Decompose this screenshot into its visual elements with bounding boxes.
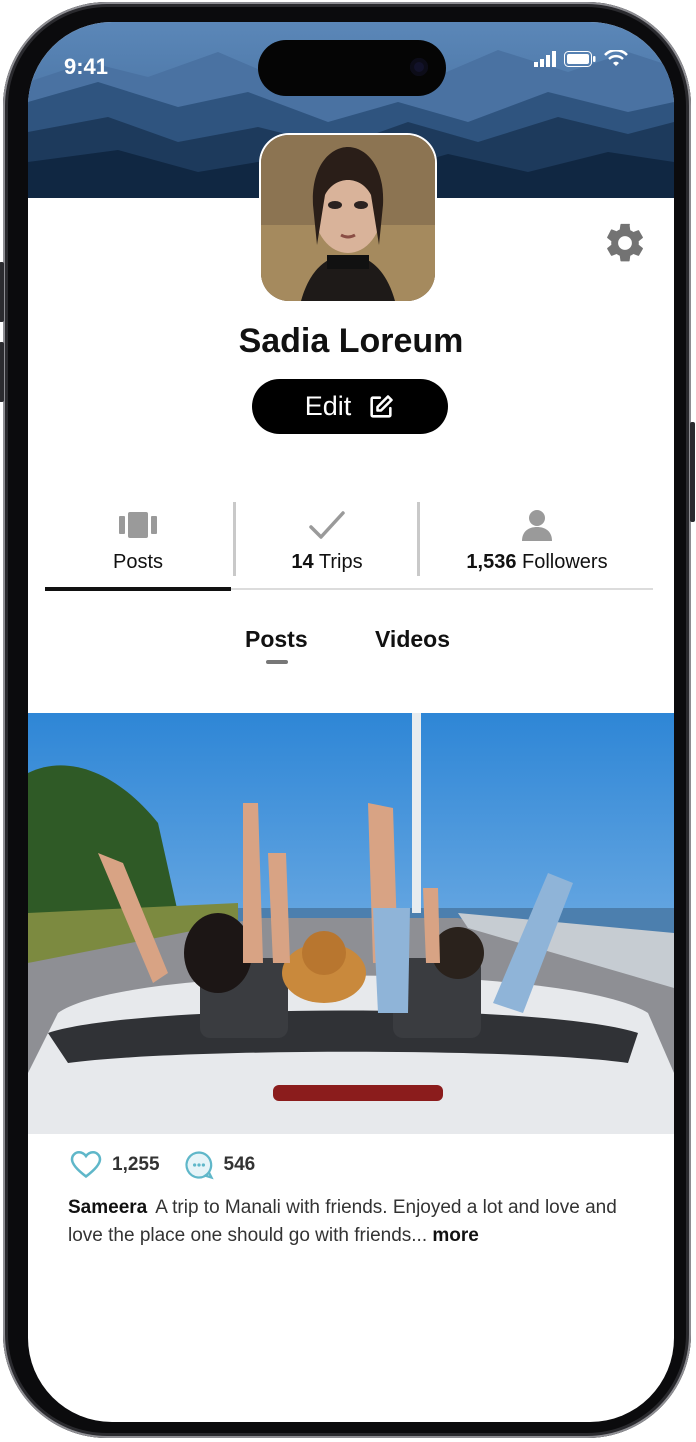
camera-icon xyxy=(410,58,428,76)
status-icons xyxy=(534,50,628,68)
stats-active-indicator xyxy=(45,587,231,591)
volume-down-button xyxy=(0,342,4,402)
check-icon xyxy=(308,507,346,543)
tab-active-indicator xyxy=(266,660,288,664)
tab-videos[interactable]: Videos xyxy=(375,626,450,653)
post-image[interactable] xyxy=(28,713,674,1134)
heart-icon[interactable] xyxy=(70,1151,102,1179)
stat-posts[interactable]: Posts xyxy=(45,492,231,592)
profile-stats: Posts 14 Trips 1,536 Followers xyxy=(45,492,653,610)
wifi-icon xyxy=(604,50,628,66)
profile-name: Sadia Loreum xyxy=(238,322,464,360)
stat-followers[interactable]: 1,536 Followers xyxy=(421,492,653,592)
post-caption-text: A trip to Manali with friends. Enjoyed a… xyxy=(68,1197,617,1246)
edit-icon xyxy=(370,394,394,418)
gallery-icon xyxy=(119,507,157,543)
signal-icon xyxy=(534,51,556,67)
stat-divider xyxy=(233,502,236,576)
volume-up-button xyxy=(0,262,4,322)
tab-posts[interactable]: Posts xyxy=(245,626,308,653)
stat-posts-label: Posts xyxy=(112,551,164,573)
stat-trips-label: 14 Trips xyxy=(291,551,363,573)
stat-divider xyxy=(417,502,420,576)
edit-button-label: Edit xyxy=(304,391,352,421)
stat-followers-label: 1,536 Followers xyxy=(466,551,608,573)
person-icon xyxy=(520,507,554,543)
edit-profile-button[interactable]: Edit xyxy=(252,379,448,434)
post-author[interactable]: Sameera xyxy=(68,1197,147,1218)
post-caption: Sameera A trip to Manali with friends. En… xyxy=(68,1194,638,1250)
more-link[interactable]: more xyxy=(432,1225,478,1246)
avatar-photo xyxy=(261,135,435,301)
phone-frame: 9:41 Sadia Loreum Edit Posts 14 Trips 1,… xyxy=(0,2,695,1438)
status-time: 9:41 xyxy=(64,54,109,79)
comment-icon[interactable] xyxy=(184,1150,214,1180)
power-button xyxy=(690,422,695,522)
content-tabs: Posts Videos xyxy=(28,626,674,666)
gear-icon[interactable] xyxy=(602,220,648,266)
post-actions: 1,255 546 xyxy=(70,1148,279,1182)
dynamic-island xyxy=(258,40,446,96)
stat-trips[interactable]: 14 Trips xyxy=(237,492,417,592)
avatar[interactable] xyxy=(261,135,435,301)
likes-count: 1,255 xyxy=(112,1154,160,1175)
battery-icon xyxy=(564,51,596,67)
comments-count: 546 xyxy=(223,1154,256,1175)
app-screen: 9:41 Sadia Loreum Edit Posts 14 Trips 1,… xyxy=(28,22,674,1422)
